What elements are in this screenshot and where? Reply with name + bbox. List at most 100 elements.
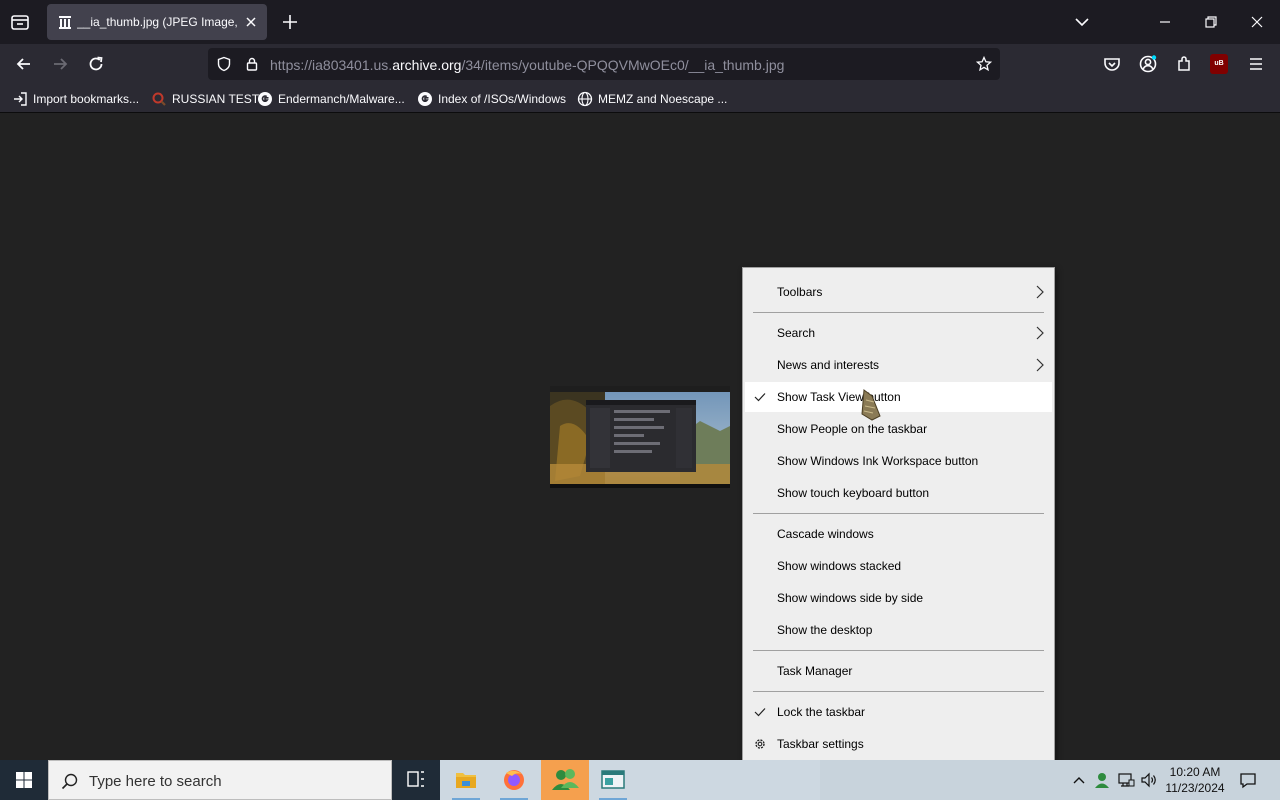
google-icon [258,92,272,106]
menu-item-cascade-windows[interactable]: Cascade windows [743,519,1054,549]
menu-separator [753,513,1044,514]
menu-item-label: Taskbar settings [777,737,864,751]
menu-item-label: Toolbars [777,285,823,299]
menu-item-show-ink-workspace[interactable]: Show Windows Ink Workspace button [743,446,1054,476]
chevron-right-icon [1036,285,1044,299]
tab-strip: __ia_thumb.jpg (JPEG Image, 180 [0,0,1280,44]
pocket-icon[interactable] [1102,54,1122,74]
tab-active[interactable]: __ia_thumb.jpg (JPEG Image, 180 [47,4,267,40]
menu-item-label: Search [777,326,816,340]
task-view-icon[interactable] [392,760,440,800]
menu-item-label: Cascade windows [777,527,874,541]
gear-icon [755,739,765,749]
menu-item-lock-taskbar[interactable]: Lock the taskbar [743,697,1054,727]
show-hidden-icons-icon[interactable] [1069,770,1089,790]
people-tray-icon[interactable] [1092,770,1112,790]
close-icon[interactable] [243,14,259,30]
tablet-app[interactable] [589,760,637,800]
menu-separator [753,650,1044,651]
menu-item-show-people[interactable]: Show People on the taskbar [743,414,1054,444]
search-placeholder: Type here to search [89,773,222,790]
menu-item-news-and-interests[interactable]: News and interests [743,350,1054,380]
people-app[interactable] [541,760,589,800]
extensions-icon[interactable] [1174,54,1194,74]
menu-icon[interactable] [1246,54,1266,74]
menu-item-label: Show the desktop [777,623,873,637]
close-window-icon[interactable] [1247,12,1267,32]
firefox-view-icon[interactable] [8,10,32,34]
bookmark-memz[interactable]: MEMZ and Noescape ... [577,90,727,108]
menu-item-taskbar-settings[interactable]: Taskbar settings [743,729,1054,759]
bookmark-endermanch[interactable]: Endermanch/Malware... [257,90,405,108]
bookmark-russian-test[interactable]: RUSSIAN TEST [151,90,259,108]
chevron-right-icon [1036,358,1044,372]
bookmark-import[interactable]: Import bookmarks... [12,90,139,108]
url-prefix: https://ia803401.us. [270,57,393,73]
minimize-icon[interactable] [1155,12,1175,32]
magnifier-icon [152,92,166,106]
taskbar-search-box[interactable]: Type here to search [48,760,392,800]
search-icon [61,773,78,790]
url-domain: archive.org [392,57,462,73]
bookmark-label: MEMZ and Noescape ... [598,92,728,106]
bookmark-label: Import bookmarks... [33,92,140,106]
menu-item-show-windows-stacked[interactable]: Show windows stacked [743,551,1054,581]
address-bar[interactable]: https://ia803401.us.archive.org/34/items… [208,48,1000,80]
account-icon[interactable] [1138,54,1158,74]
firefox-app[interactable] [490,760,538,800]
windows-taskbar: Type here to search 10:20 AM 11/23/2024 [0,760,1280,800]
folder-icon [456,773,476,788]
back-icon[interactable] [14,54,34,74]
menu-item-label: Lock the taskbar [777,705,866,719]
restore-icon[interactable] [1201,12,1221,32]
url-path: /34/items/youtube-QPQQVMwOEc0/__ia_thumb… [461,57,785,73]
reload-icon[interactable] [86,54,106,74]
forward-icon[interactable] [50,54,70,74]
volume-icon[interactable] [1139,770,1159,790]
chevron-right-icon [1036,326,1044,340]
globe-icon [577,91,593,107]
menu-item-show-touch-keyboard[interactable]: Show touch keyboard button [743,478,1054,508]
bookmark-label: Index of /ISOs/Windows [438,92,567,106]
bookmark-label: Endermanch/Malware... [278,92,405,106]
taskbar-clock[interactable]: 10:20 AM 11/23/2024 [1160,764,1230,796]
bookmark-label: RUSSIAN TEST [172,92,260,106]
menu-item-search[interactable]: Search [743,318,1054,348]
menu-item-label: Show Windows Ink Workspace button [777,454,979,468]
menu-item-label: Show windows stacked [777,559,902,573]
menu-item-label: Show touch keyboard button [777,486,930,500]
taskbar-context-menu: Toolbars Search News and interests Show … [742,267,1055,769]
ublock-icon[interactable]: uB [1210,54,1228,74]
shield-icon[interactable] [216,56,232,72]
lock-icon[interactable] [244,56,260,72]
file-explorer-app[interactable] [442,760,490,800]
menu-item-show-windows-side-by-side[interactable]: Show windows side by side [743,583,1054,613]
navigation-toolbar: https://ia803401.us.archive.org/34/items… [0,44,1280,84]
menu-item-show-task-view[interactable]: Show Task View button [745,382,1052,412]
network-icon[interactable] [1116,770,1136,790]
bookmark-star-icon[interactable] [976,56,992,72]
windows-start-icon[interactable] [0,760,48,800]
menu-separator [753,691,1044,692]
people-icon [552,769,579,790]
new-tab-icon[interactable] [280,12,300,32]
list-all-tabs-icon[interactable] [1072,12,1092,32]
checkmark-icon [754,708,766,717]
import-icon [14,92,27,106]
menu-item-toolbars[interactable]: Toolbars [743,277,1054,307]
url-text[interactable]: https://ia803401.us.archive.org/34/items… [270,57,784,73]
thumbnail-image[interactable] [550,386,730,488]
clock-time: 10:20 AM [1169,765,1221,779]
menu-item-show-desktop[interactable]: Show the desktop [743,615,1054,645]
tab-title: __ia_thumb.jpg (JPEG Image, 180 [77,15,241,29]
window-app-icon [601,770,625,789]
menu-item-task-manager[interactable]: Task Manager [743,656,1054,686]
menu-item-label: News and interests [777,358,880,372]
notifications-icon[interactable] [1238,770,1258,790]
menu-item-label: Task Manager [777,664,853,678]
menu-item-label: Show People on the taskbar [777,422,928,436]
bookmark-index-isos[interactable]: Index of /ISOs/Windows [417,90,566,108]
mouse-cursor-icon [861,389,881,421]
clock-date: 11/23/2024 [1165,781,1225,795]
menu-item-label: Show windows side by side [777,591,924,605]
